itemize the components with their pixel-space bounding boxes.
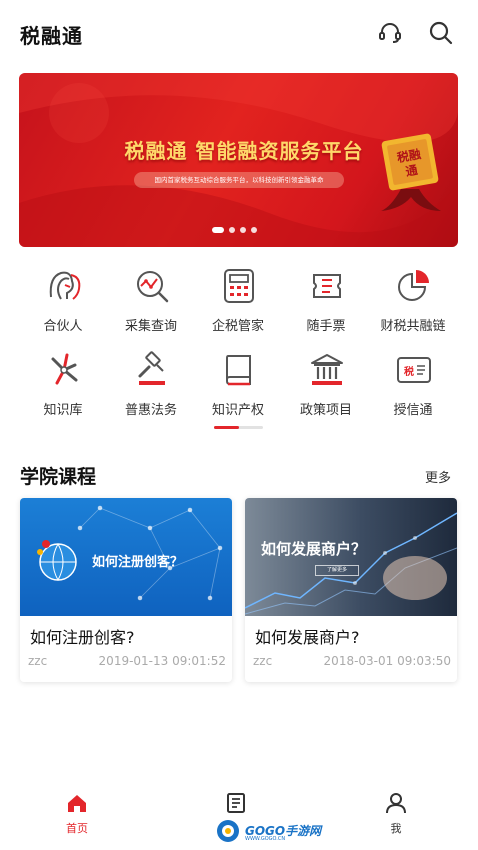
grid-item-partner[interactable]: 合伙人 <box>20 267 106 343</box>
tab-home[interactable]: 首页 <box>37 792 117 842</box>
banner-dot-active[interactable] <box>212 227 224 233</box>
svg-text:税: 税 <box>404 365 414 378</box>
top-bar: 税融通 <box>0 0 478 66</box>
seal-text-bottom: 通 <box>404 162 418 179</box>
grid-label: 财税共融链 <box>380 319 446 334</box>
data-query-icon <box>137 271 169 303</box>
course-thumb-tag: 了解更多 <box>315 565 359 576</box>
course-thumbnail: 如何发展商户？ 了解更多 <box>245 498 457 616</box>
hand-graphic <box>383 556 447 600</box>
grid-label: 合伙人 <box>43 319 83 334</box>
banner-subtitle: 国内首家税务互动综合服务平台，以科技创新引领金融革命 <box>134 172 344 188</box>
tab-label: 我 <box>390 822 402 835</box>
course-title: 如何注册创客? <box>30 628 135 647</box>
promo-banner[interactable]: 税融通 智能融资服务平台 国内首家税务互动综合服务平台，以科技创新引领金融革命 … <box>19 73 458 247</box>
banner-dot[interactable] <box>240 227 246 233</box>
gamepad-logo-icon <box>217 820 239 842</box>
partner-icon <box>49 271 81 300</box>
seal-stamp-icon: 税融 通 <box>381 133 441 211</box>
course-thumb-text: 如何注册创客？ <box>92 555 184 570</box>
grid-item-finance-chain[interactable]: 财税共融链 <box>370 267 456 343</box>
course-thumb-text: 如何发展商户？ <box>261 540 367 558</box>
grid-label: 随手票 <box>306 319 346 334</box>
user-icon <box>386 793 406 814</box>
grid-label: 知识库 <box>43 403 83 418</box>
search-icon[interactable] <box>428 20 454 46</box>
grid-item-credit[interactable]: 税 授信通 <box>370 351 456 427</box>
course-thumbnail: 如何注册创客？ <box>20 498 232 616</box>
windmill-icon <box>51 353 78 385</box>
more-link[interactable]: 更多 <box>425 467 451 486</box>
grid-label: 采集查询 <box>124 319 177 334</box>
app-title: 税融通 <box>20 24 83 48</box>
grid-item-legal[interactable]: 普惠法务 <box>108 351 194 427</box>
course-author: zzc <box>253 654 273 668</box>
headset-icon[interactable] <box>377 20 403 46</box>
grid-item-data-query[interactable]: 采集查询 <box>108 267 194 343</box>
home-icon <box>68 795 86 812</box>
grid-page-indicator-fill <box>214 426 239 429</box>
grid-label: 企税管家 <box>211 319 264 334</box>
grid-item-ticket[interactable]: 随手票 <box>283 267 369 343</box>
government-building-icon <box>311 354 343 385</box>
calculator-icon <box>224 269 254 303</box>
watermark-logo: GOGO手游网 WWW.GOGO.CN <box>215 818 321 844</box>
course-date: 2019-01-13 09:01:52 <box>98 654 226 668</box>
course-date: 2018-03-01 09:03:50 <box>323 654 451 668</box>
gavel-icon <box>138 351 165 385</box>
section-title: 学院课程 <box>20 466 97 488</box>
app-screen: 税融通 税融通 智能融资服务平台 国内首家税务互动综合服务平台，以科技创新引领金… <box>0 0 478 850</box>
pie-chart-icon <box>398 270 429 301</box>
grid-label: 授信通 <box>393 403 433 418</box>
tab-label: 首页 <box>66 822 88 835</box>
banner-dot[interactable] <box>229 227 235 233</box>
banner-dot[interactable] <box>251 227 257 233</box>
grid-label: 政策项目 <box>299 403 352 418</box>
ticket-icon <box>313 274 341 298</box>
grid-item-tax-butler[interactable]: 企税管家 <box>195 267 281 343</box>
course-title: 如何发展商户? <box>255 628 360 647</box>
news-icon <box>227 793 245 813</box>
grid-item-policy[interactable]: 政策项目 <box>283 351 369 427</box>
course-card[interactable]: 如何发展商户？ 了解更多 如何发展商户? zzc 2018-03-01 09:0… <box>245 498 457 682</box>
book-icon <box>226 355 251 386</box>
watermark-subtext: WWW.GOGO.CN <box>245 836 286 842</box>
grid-item-knowledge-base[interactable]: 知识库 <box>20 351 106 427</box>
course-author: zzc <box>28 654 48 668</box>
course-card[interactable]: 如何注册创客？ 如何注册创客? zzc 2019-01-13 09:01:52 <box>20 498 232 682</box>
grid-label: 普惠法务 <box>124 403 177 418</box>
banner-page-dots[interactable] <box>212 227 272 235</box>
tax-card-icon: 税 <box>397 357 431 383</box>
tab-me[interactable]: 我 <box>356 792 436 842</box>
grid-label: 知识产权 <box>211 403 264 418</box>
grid-item-ip[interactable]: 知识产权 <box>195 351 281 427</box>
grid-page-indicator <box>214 426 263 429</box>
banner-headline: 税融通 智能融资服务平台 <box>124 139 364 163</box>
